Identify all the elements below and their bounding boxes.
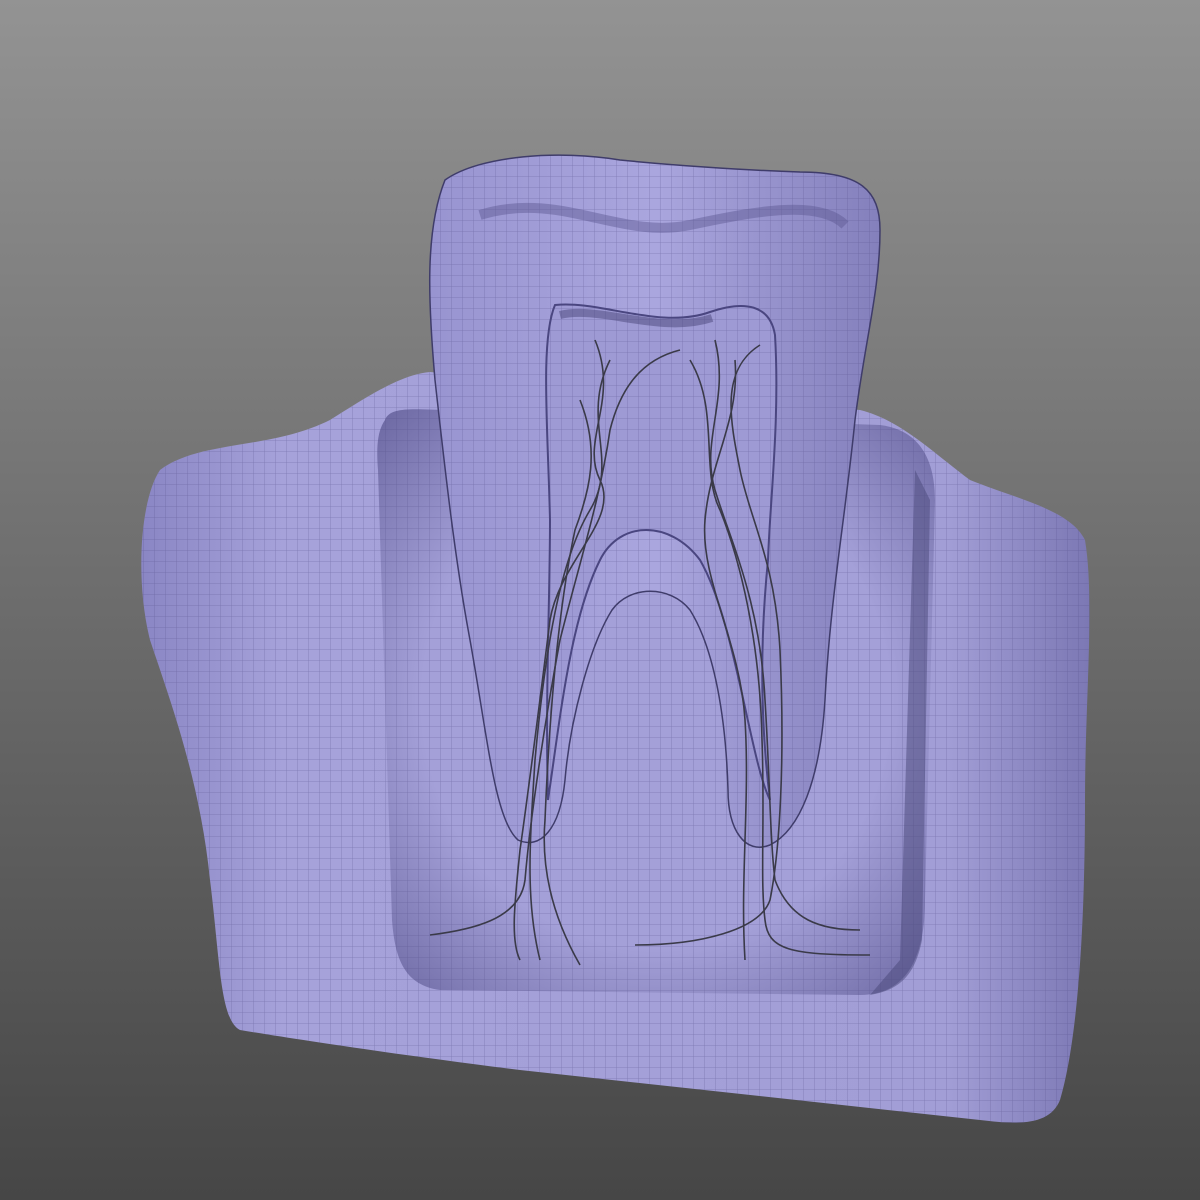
3d-viewport[interactable]: [0, 0, 1200, 1200]
tooth-model-render: [0, 0, 1200, 1200]
